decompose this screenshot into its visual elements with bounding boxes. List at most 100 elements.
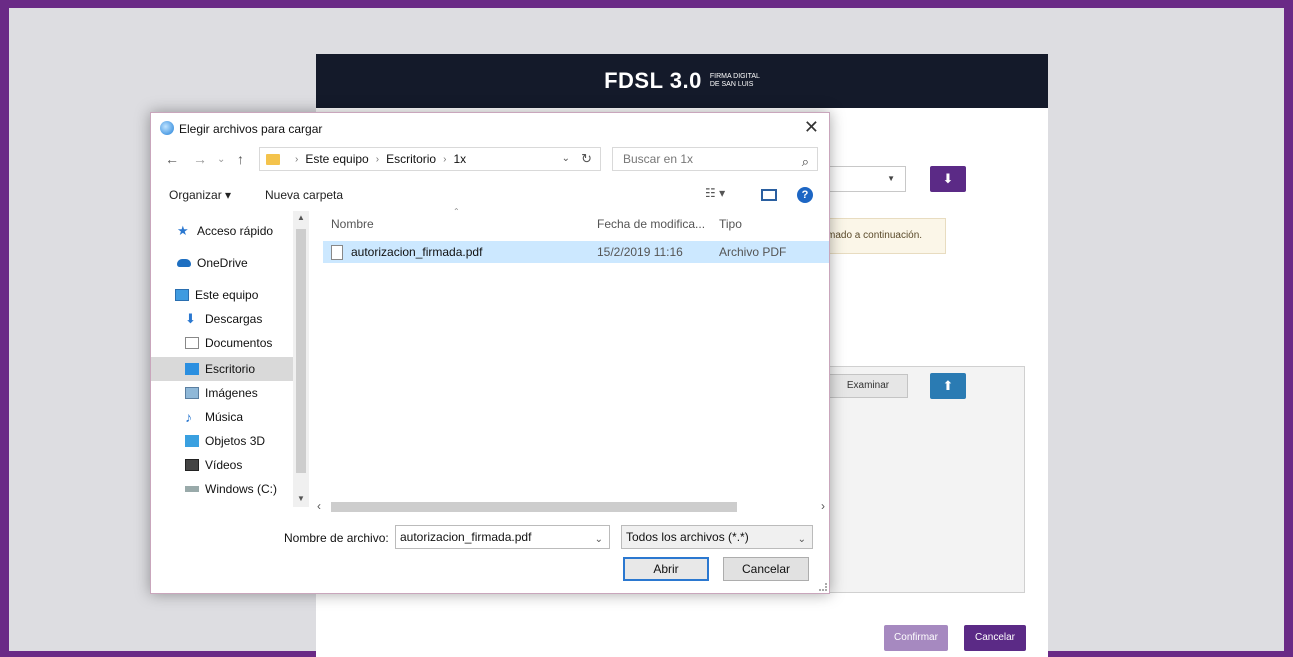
chevron-down-icon[interactable]: ⌄ bbox=[798, 529, 806, 551]
dialog-footer: Nombre de archivo: autorizacion_firmada.… bbox=[151, 525, 829, 591]
breadcrumb-item[interactable]: Este equipo bbox=[305, 152, 368, 166]
examine-button[interactable]: Examinar bbox=[828, 374, 908, 398]
nav-item-label: Imágenes bbox=[205, 386, 258, 400]
info-note: mado a continuación. bbox=[816, 218, 946, 254]
nav-item-desktop[interactable]: Escritorio bbox=[151, 357, 293, 381]
document-icon bbox=[185, 337, 199, 349]
pdf-file-icon bbox=[331, 245, 343, 260]
nav-item-label: Objetos 3D bbox=[205, 434, 266, 448]
dialog-title: Elegir archivos para cargar bbox=[179, 122, 323, 136]
navigation-pane: ★ Acceso rápido OneDrive Este equipo ⬇ D… bbox=[151, 211, 309, 507]
open-button[interactable]: Abrir bbox=[623, 557, 709, 581]
nav-item-label: Descargas bbox=[205, 312, 263, 326]
filename-input[interactable]: autorizacion_firmada.pdf ⌄ bbox=[395, 525, 610, 549]
nav-scrollbar[interactable]: ▲ ▼ bbox=[293, 211, 309, 507]
logo-sub-line2: DE SAN LUIS bbox=[709, 81, 754, 88]
file-row[interactable]: autorizacion_firmada.pdf 15/2/2019 11:16… bbox=[323, 241, 829, 263]
cancel-web-button[interactable]: Cancelar bbox=[964, 625, 1026, 651]
close-icon[interactable]: ✕ bbox=[804, 117, 819, 138]
nav-item-quick-access[interactable]: ★ Acceso rápido bbox=[151, 219, 293, 243]
breadcrumb-item[interactable]: Escritorio bbox=[386, 152, 436, 166]
nav-item-label: Música bbox=[205, 410, 244, 424]
site-header: FDSL 3.0 FIRMA DIGITAL DE SAN LUIS bbox=[316, 54, 1048, 108]
file-date: 15/2/2019 11:16 bbox=[597, 245, 683, 259]
upload-button[interactable]: ⬆ bbox=[930, 373, 966, 399]
file-type-select[interactable]: Todos los archivos (*.*) ⌄ bbox=[621, 525, 813, 549]
caret-down-icon: ▼ bbox=[887, 174, 895, 183]
organize-button[interactable]: Organizar ▾ bbox=[169, 188, 231, 202]
cube-icon bbox=[185, 435, 199, 447]
computer-icon bbox=[175, 289, 189, 301]
column-header-name[interactable]: Nombre bbox=[331, 217, 374, 231]
dialog-titlebar: Elegir archivos para cargar ✕ bbox=[151, 113, 829, 145]
chevron-down-icon[interactable]: ⌄ bbox=[562, 153, 570, 164]
nav-item-label: Documentos bbox=[205, 336, 273, 350]
chevron-right-icon: › bbox=[443, 153, 447, 165]
resize-grip[interactable] bbox=[819, 583, 827, 591]
file-name: autorizacion_firmada.pdf bbox=[351, 245, 483, 259]
nav-item-videos[interactable]: Vídeos bbox=[151, 453, 293, 477]
nav-item-label: Escritorio bbox=[205, 362, 256, 376]
video-icon bbox=[185, 459, 199, 471]
h-scroll-thumb[interactable] bbox=[331, 502, 737, 512]
star-icon: ★ bbox=[177, 223, 189, 238]
nav-item-label: OneDrive bbox=[197, 256, 248, 270]
help-icon[interactable]: ? bbox=[797, 187, 813, 203]
refresh-icon[interactable]: ↻ bbox=[581, 151, 592, 167]
search-placeholder: Buscar en 1x bbox=[623, 152, 694, 166]
download-button[interactable]: ⬇ bbox=[930, 166, 966, 192]
image-icon bbox=[185, 387, 199, 399]
confirm-button[interactable]: Confirmar bbox=[884, 625, 948, 651]
horizontal-scrollbar[interactable]: ‹ › bbox=[313, 499, 829, 515]
scroll-thumb[interactable] bbox=[296, 229, 306, 473]
search-input[interactable]: Buscar en 1x ⌕ bbox=[612, 147, 818, 171]
folder-icon bbox=[266, 153, 280, 165]
recent-dropdown-icon[interactable]: ⌄ bbox=[217, 154, 225, 165]
scroll-down-icon[interactable]: ▼ bbox=[297, 494, 305, 503]
nav-item-3d-objects[interactable]: Objetos 3D bbox=[151, 429, 293, 453]
music-icon: ♪ bbox=[185, 409, 192, 425]
file-dialog: Elegir archivos para cargar ✕ ← → ⌄ ↑ › … bbox=[150, 112, 830, 594]
filename-value: autorizacion_firmada.pdf bbox=[400, 530, 532, 544]
nav-item-onedrive[interactable]: OneDrive bbox=[151, 251, 293, 275]
chevron-right-icon: › bbox=[295, 153, 299, 165]
dialog-toolbar: Organizar ▾ Nueva carpeta ☷ ▾ ? bbox=[151, 183, 829, 207]
nav-item-windows-c[interactable]: Windows (C:) bbox=[151, 477, 293, 501]
nav-item-label: Windows (C:) bbox=[205, 482, 278, 496]
nav-item-images[interactable]: Imágenes bbox=[151, 381, 293, 405]
site-logo-subtitle: FIRMA DIGITAL DE SAN LUIS bbox=[710, 73, 760, 89]
nav-item-documents[interactable]: Documentos bbox=[151, 331, 293, 355]
file-list: Nombre ⌃ Fecha de modifica... Tipo autor… bbox=[313, 207, 831, 501]
cloud-icon bbox=[177, 259, 191, 267]
back-arrow-icon[interactable]: ← bbox=[165, 151, 179, 167]
cancel-button[interactable]: Cancelar bbox=[723, 557, 809, 581]
upload-icon: ⬆ bbox=[942, 378, 954, 393]
file-type-value: Todos los archivos (*.*) bbox=[626, 530, 749, 544]
preview-pane-icon[interactable] bbox=[761, 189, 777, 201]
view-options-button[interactable]: ☷ ▾ bbox=[705, 186, 725, 200]
logo-sub-line1: FIRMA DIGITAL bbox=[709, 73, 760, 80]
nav-item-label: Vídeos bbox=[205, 458, 243, 472]
nav-item-music[interactable]: ♪ Música bbox=[151, 405, 293, 429]
download-icon: ⬇ bbox=[185, 311, 196, 326]
nav-item-this-pc[interactable]: Este equipo bbox=[151, 283, 293, 307]
scroll-left-icon[interactable]: ‹ bbox=[317, 499, 321, 513]
address-bar[interactable]: › Este equipo › Escritorio › 1x ⌄ ↻ bbox=[259, 147, 601, 171]
column-header-date[interactable]: Fecha de modifica... bbox=[597, 217, 705, 231]
scroll-right-icon[interactable]: › bbox=[821, 499, 825, 513]
filename-label: Nombre de archivo: bbox=[284, 531, 389, 545]
breadcrumb-item[interactable]: 1x bbox=[453, 152, 466, 166]
forward-arrow-icon[interactable]: → bbox=[193, 151, 207, 167]
column-header-type[interactable]: Tipo bbox=[719, 217, 742, 231]
browser-icon bbox=[160, 121, 174, 135]
nav-item-label: Este equipo bbox=[195, 288, 259, 302]
nav-item-downloads[interactable]: ⬇ Descargas bbox=[151, 307, 293, 331]
chevron-right-icon: › bbox=[375, 153, 380, 165]
chevron-down-icon[interactable]: ⌄ bbox=[595, 529, 603, 551]
up-arrow-icon[interactable]: ↑ bbox=[237, 151, 244, 167]
site-logo: FDSL 3.0 bbox=[604, 68, 702, 93]
download-icon: ⬇ bbox=[942, 171, 954, 186]
scroll-up-icon[interactable]: ▲ bbox=[297, 213, 305, 222]
file-type: Archivo PDF bbox=[719, 245, 787, 259]
new-folder-button[interactable]: Nueva carpeta bbox=[265, 188, 343, 202]
